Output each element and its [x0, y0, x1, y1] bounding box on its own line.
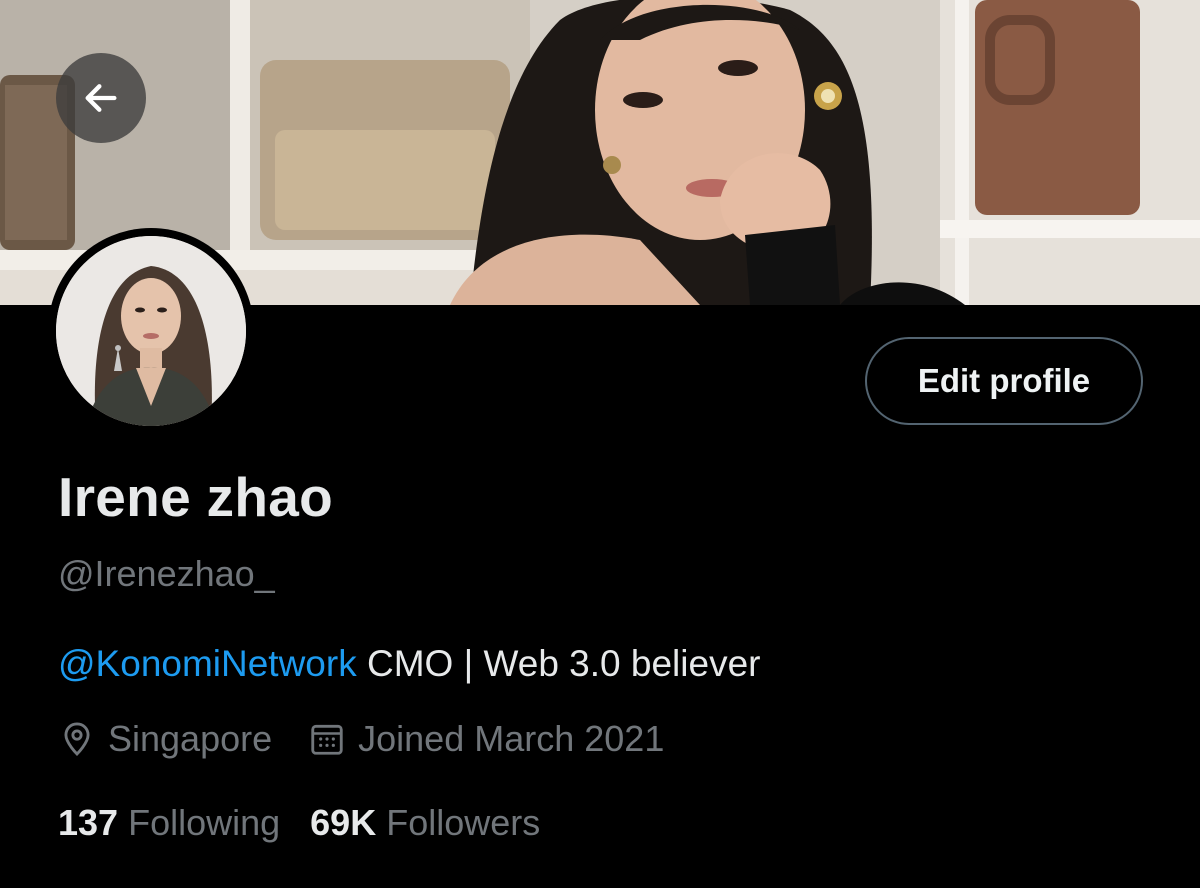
calendar-icon — [308, 720, 346, 758]
location-pin-icon — [58, 720, 96, 758]
followers-label: Followers — [386, 802, 541, 843]
location-item: Singapore — [58, 718, 272, 760]
location-text: Singapore — [108, 718, 273, 759]
arrow-left-icon — [81, 78, 121, 118]
following-label: Following — [128, 802, 281, 843]
back-button[interactable] — [56, 53, 146, 143]
bio-text: CMO | Web 3.0 believer — [356, 643, 761, 684]
followers-link[interactable]: 69K Followers — [310, 802, 540, 844]
following-count: 137 — [58, 802, 119, 843]
profile-handle: @Irenezhao_ — [58, 553, 275, 594]
joined-text: Joined March 2021 — [358, 718, 665, 759]
avatar-image — [56, 236, 246, 426]
edit-profile-button[interactable]: Edit profile — [865, 337, 1143, 425]
joined-item: Joined March 2021 — [308, 718, 664, 760]
profile-page: Edit profile Irene zhao @Irenezhao_ @Kon… — [0, 0, 1200, 888]
followers-count: 69K — [310, 802, 377, 843]
following-link[interactable]: 137 Following — [58, 802, 280, 844]
profile-meta: Singapore Joined March 2021 — [58, 718, 664, 760]
profile-name: Irene zhao — [58, 466, 334, 528]
bio-mention-link[interactable]: @KonomiNetwork — [58, 643, 357, 684]
avatar[interactable] — [48, 228, 254, 434]
profile-stats: 137 Following 69K Followers — [58, 802, 540, 844]
profile-bio: @KonomiNetwork CMO | Web 3.0 believer — [58, 643, 760, 685]
